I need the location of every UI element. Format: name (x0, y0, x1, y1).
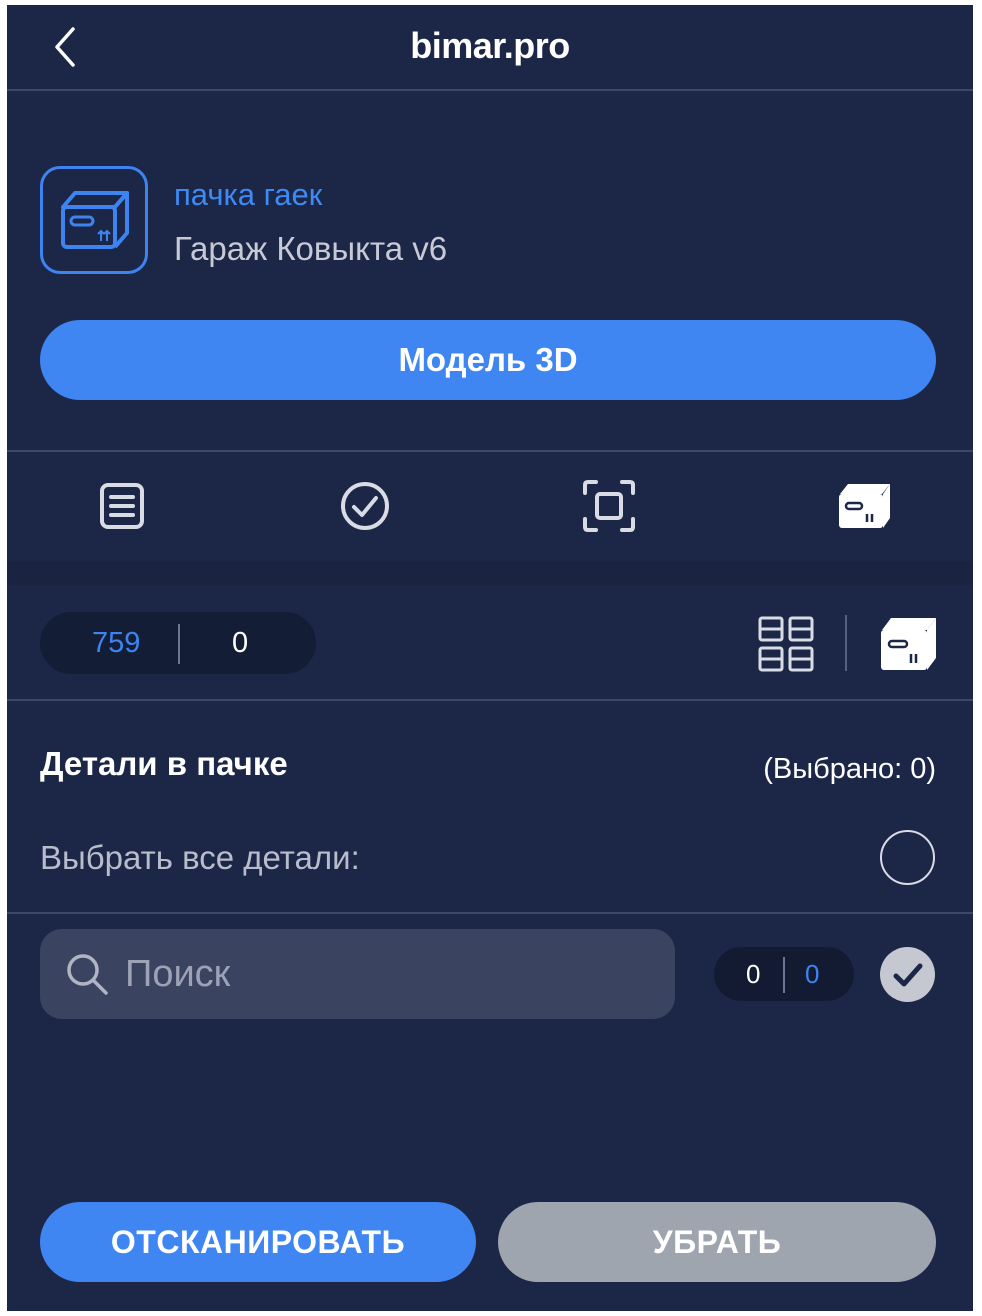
app-screen: bimar.pro пачка гаек Гараж Ковыкта v6 Мо… (7, 5, 973, 1311)
item-name[interactable]: пачка гаек (174, 177, 322, 213)
select-all-radio[interactable] (880, 830, 935, 885)
grid-view-icon (758, 616, 814, 672)
counter-selected: 0 (232, 627, 249, 659)
selected-count: (Выбрано: 0) (763, 753, 936, 785)
confirm-check-button[interactable] (880, 947, 935, 1002)
header-divider (7, 89, 973, 91)
view-separator (845, 615, 847, 671)
box-icon (61, 191, 129, 249)
search-divider (7, 912, 973, 914)
tab-box[interactable] (824, 471, 904, 541)
checkmark-icon (893, 963, 923, 987)
scan-counter-a: 0 (746, 959, 761, 989)
item-icon-frame (40, 166, 148, 274)
scan-frame-icon (583, 480, 635, 532)
section-title: Детали в пачке (40, 745, 288, 782)
item-project: Гараж Ковыкта v6 (174, 230, 448, 267)
counter-separator (178, 624, 180, 664)
tab-scan[interactable] (569, 471, 649, 541)
select-all-label: Выбрать все детали: (40, 839, 360, 876)
scan-button[interactable]: ОТСКАНИРОВАТЬ (40, 1202, 476, 1282)
tab-bar-shadow (7, 561, 973, 585)
scan-counter-separator (783, 957, 785, 993)
counter-total: 759 (92, 627, 141, 659)
scan-counter: 0 0 (714, 947, 854, 1001)
item-counter: 759 0 (40, 612, 316, 674)
box-view-button[interactable] (878, 616, 938, 672)
grid-view-button[interactable] (757, 615, 815, 673)
box-icon (839, 484, 890, 528)
search-input[interactable] (123, 945, 647, 1003)
tab-documents[interactable] (82, 471, 162, 541)
search-icon (67, 954, 108, 995)
tab-bar (7, 451, 973, 563)
page-title: bimar.pro (410, 25, 570, 66)
document-list-icon (100, 483, 144, 529)
tab-check[interactable] (325, 471, 405, 541)
search-box[interactable] (40, 929, 675, 1019)
model-3d-button[interactable]: Модель 3D (40, 320, 936, 400)
check-circle-icon (341, 482, 389, 530)
scan-counter-b: 0 (805, 959, 820, 989)
counter-divider (7, 699, 973, 701)
remove-button[interactable]: УБРАТЬ (498, 1202, 936, 1282)
box-view-icon (881, 618, 936, 670)
header: bimar.pro (7, 5, 973, 89)
